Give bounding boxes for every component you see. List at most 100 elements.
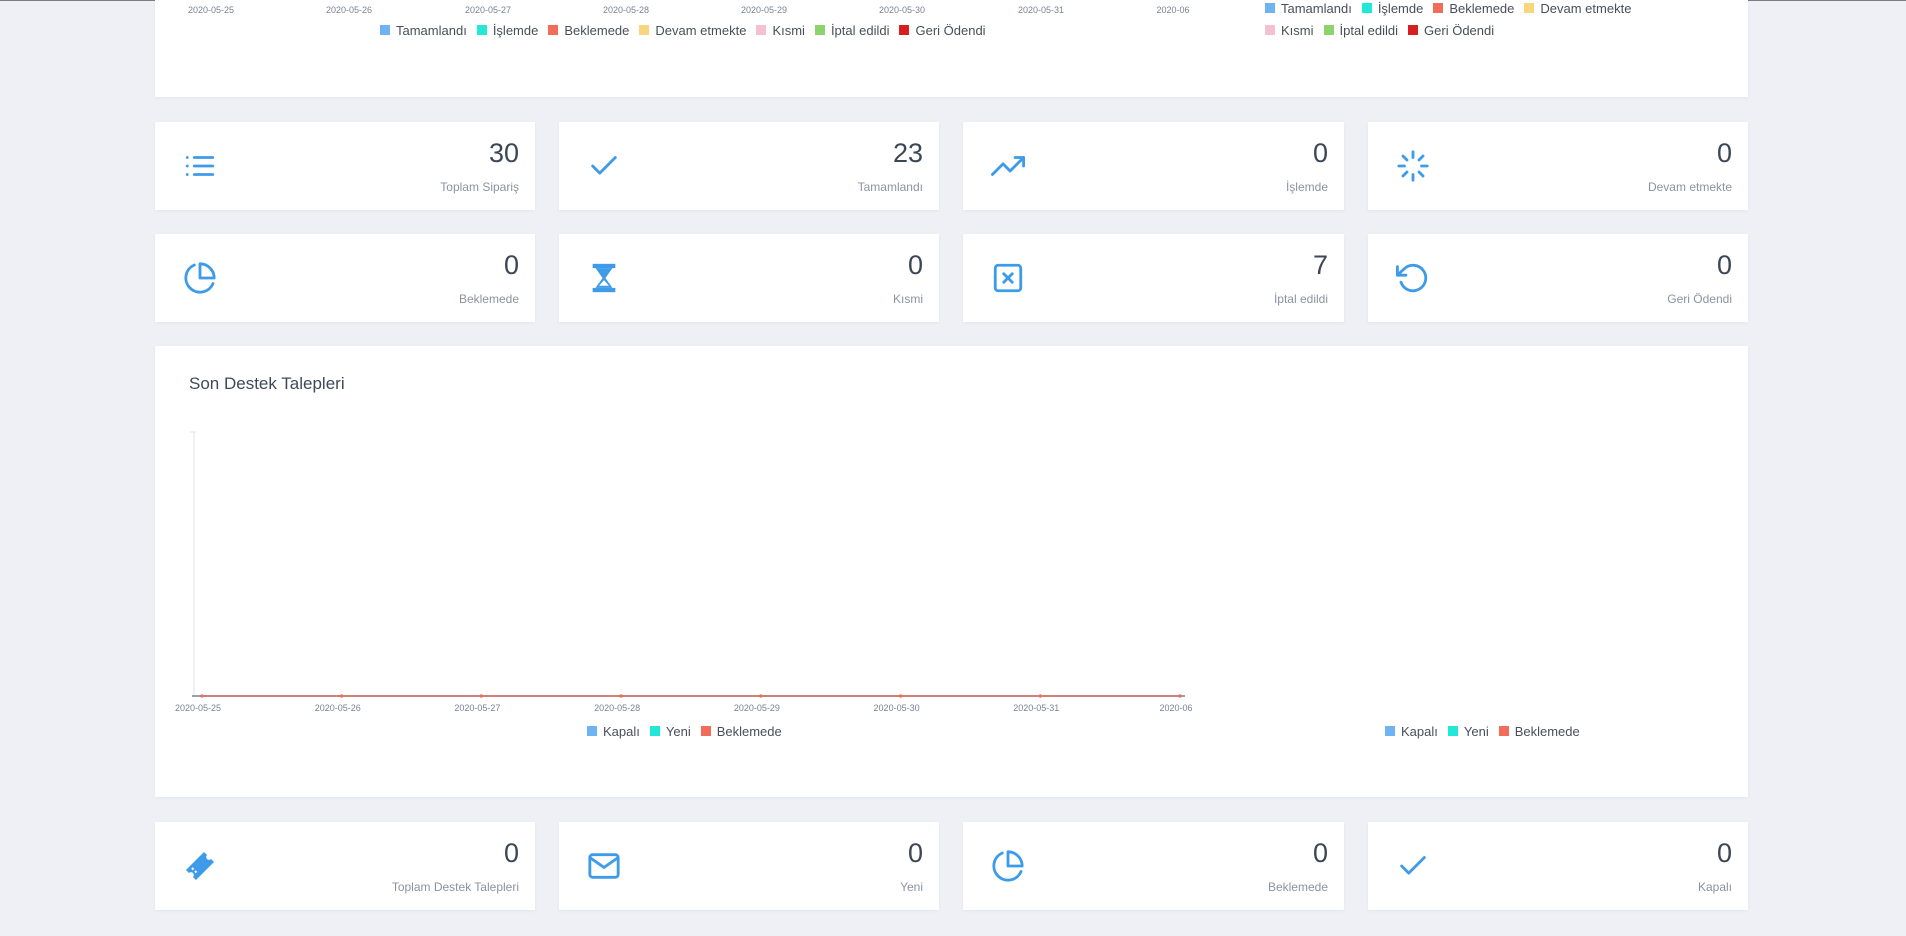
legend-item[interactable]: Yeni <box>649 720 691 742</box>
stat-card-pending[interactable]: 0 Beklemede <box>155 234 535 322</box>
legend-label: Geri Ödendi <box>915 22 986 38</box>
legend-swatch <box>1498 726 1509 736</box>
trending-up-icon <box>991 149 1025 183</box>
stat-label: Beklemede <box>458 292 519 306</box>
loader-icon <box>1396 149 1430 183</box>
x-tick-label: 2020-06 <box>1156 5 1190 15</box>
pie-chart-icon <box>183 261 217 295</box>
stat-value: 0 <box>503 838 519 868</box>
stat-card-pending-tickets[interactable]: 0 Beklemede <box>963 822 1344 910</box>
data-point[interactable] <box>200 694 204 698</box>
stat-label: Toplam Destek Talepleri <box>391 880 519 894</box>
support-chart-card: Son Destek Talepleri 2020-05-25 2020-05-2… <box>155 346 1748 797</box>
legend-item[interactable]: Beklemede <box>548 19 629 41</box>
legend-item[interactable]: İptal edildi <box>814 19 890 41</box>
data-point[interactable] <box>619 694 623 698</box>
stat-card-new-tickets[interactable]: 0 Yeni <box>559 822 939 910</box>
legend-item[interactable]: Kısmi <box>1265 19 1314 41</box>
data-point[interactable] <box>1178 694 1182 698</box>
legend-swatch <box>380 25 390 35</box>
legend-swatch <box>1323 25 1334 35</box>
x-tick-label: 2020-05-30 <box>878 5 926 15</box>
stat-card-processing[interactable]: 0 İşlemde <box>963 122 1344 210</box>
legend-swatch <box>1524 3 1535 13</box>
legend-item[interactable]: İşlemde <box>1361 0 1424 19</box>
support-chart-legend: Kapalı Yeni Beklemede <box>587 720 887 742</box>
stat-card-in-progress[interactable]: 0 Devam etmekte <box>1368 122 1748 210</box>
data-point[interactable] <box>479 694 484 698</box>
check-icon <box>587 149 621 183</box>
x-tick-label: 2020-05-28 <box>602 5 650 15</box>
legend-label: Devam etmekte <box>1540 0 1632 16</box>
legend-label: İşlemde <box>1377 0 1424 16</box>
x-tick-label: 2020-05-26 <box>315 703 361 713</box>
stat-card-total-tickets[interactable]: 0 Toplam Destek Talepleri <box>155 822 535 910</box>
legend-swatch <box>1361 3 1372 13</box>
stat-value: 0 <box>1312 138 1328 168</box>
stat-card-total-orders[interactable]: 30 Toplam Sipariş <box>155 122 535 210</box>
data-point[interactable] <box>1038 694 1042 698</box>
x-tick-label: 2020-05-29 <box>734 703 780 713</box>
stat-label: Devam etmekte <box>1647 180 1732 194</box>
x-tick-label: 2020-05-25 <box>187 5 235 15</box>
legend-swatch <box>639 25 650 35</box>
legend-item[interactable]: Kapalı <box>587 720 640 742</box>
stat-card-partial[interactable]: 0 Kısmi <box>559 234 939 322</box>
stat-value: 0 <box>503 250 519 280</box>
x-tick-label: 2020-05-30 <box>874 703 920 713</box>
legend-item[interactable]: Kısmi <box>756 19 805 41</box>
legend-item[interactable]: Beklemede <box>700 720 782 742</box>
legend-label: İşlemde <box>492 22 539 38</box>
legend-item[interactable]: İşlemde <box>476 19 539 41</box>
legend-item[interactable]: Kapalı <box>1385 720 1438 742</box>
legend-swatch <box>814 25 825 35</box>
legend-item[interactable]: Beklemede <box>1498 720 1580 742</box>
check-icon <box>1396 849 1430 883</box>
orders-chart-card: 2020-05-25 2020-05-26 2020-05-27 2020-05… <box>155 0 1748 97</box>
legend-swatch <box>1265 25 1275 35</box>
stat-card-refunded[interactable]: 0 Geri Ödendi <box>1368 234 1748 322</box>
stat-card-cancelled[interactable]: 7 İptal edildi <box>963 234 1344 322</box>
legend-swatch <box>1408 25 1419 35</box>
x-tick-label: 2020-05-25 <box>175 703 221 713</box>
legend-label: Yeni <box>665 723 691 739</box>
data-point[interactable] <box>759 694 763 698</box>
legend-item[interactable]: Tamamlandı <box>1265 0 1352 19</box>
legend-label: Kapalı <box>603 723 640 739</box>
legend-swatch <box>548 25 559 35</box>
x-tick-label: 2020-05-29 <box>740 5 788 15</box>
mail-icon <box>587 849 621 883</box>
legend-swatch <box>756 25 767 35</box>
legend-item[interactable]: Yeni <box>1447 720 1489 742</box>
legend-label: Kapalı <box>1401 723 1438 739</box>
data-point[interactable] <box>898 694 903 698</box>
stat-label: Tamamlandı <box>857 180 923 194</box>
legend-item[interactable]: Tamamlandı <box>380 19 467 41</box>
legend-item[interactable]: Devam etmekte <box>639 19 746 41</box>
legend-swatch <box>700 726 711 736</box>
stat-value: 0 <box>1716 838 1732 868</box>
stat-value: 7 <box>1312 250 1328 280</box>
legend-label: Kısmi <box>772 22 805 38</box>
legend-label: Tamamlandı <box>1281 0 1352 16</box>
legend-swatch <box>1385 726 1395 736</box>
legend-swatch <box>587 726 597 736</box>
legend-item[interactable]: İptal edildi <box>1323 19 1399 41</box>
stat-label: Kısmi <box>893 292 923 306</box>
legend-swatch <box>649 726 660 736</box>
legend-label: İptal edildi <box>830 22 890 38</box>
legend-item[interactable]: Devam etmekte <box>1524 0 1631 19</box>
legend-label: İptal edildi <box>1339 22 1399 38</box>
legend-item[interactable]: Geri Ödendi <box>1408 19 1494 41</box>
stat-value: 0 <box>1312 838 1328 868</box>
legend-item[interactable]: Beklemede <box>1433 0 1514 19</box>
legend-swatch <box>899 25 910 35</box>
stat-value: 0 <box>1716 250 1732 280</box>
stat-card-completed[interactable]: 23 Tamamlandı <box>559 122 939 210</box>
legend-item[interactable]: Geri Ödendi <box>899 19 986 41</box>
x-square-icon <box>991 261 1025 295</box>
stat-card-closed-tickets[interactable]: 0 Kapalı <box>1368 822 1748 910</box>
data-point[interactable] <box>340 694 344 698</box>
pie-chart-icon <box>991 849 1025 883</box>
rotate-ccw-icon <box>1396 261 1430 295</box>
